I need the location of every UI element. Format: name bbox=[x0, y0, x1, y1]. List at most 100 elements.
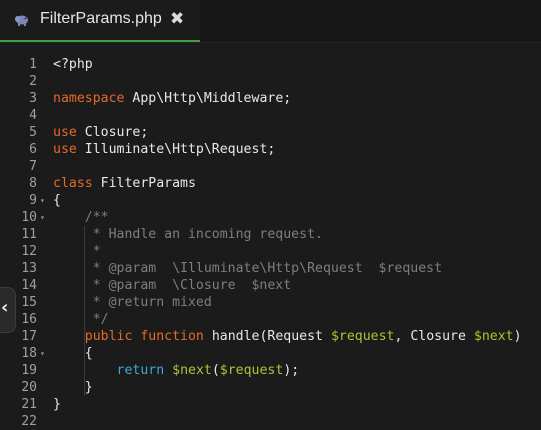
code-line[interactable]: 10 ▾ /** bbox=[0, 209, 541, 226]
tab-filterparams[interactable]: FilterParams.php ✖ bbox=[0, 0, 200, 42]
code-text: /** bbox=[53, 209, 109, 226]
line-number: 11 bbox=[21, 227, 37, 242]
line-number: 12 bbox=[21, 244, 37, 259]
code-area[interactable]: 1 <?php 2 3 namespace App\Http\Middleware; 4 5… bbox=[0, 56, 541, 430]
code-line[interactable]: 16 */ bbox=[0, 311, 541, 328]
code-line[interactable]: 7 bbox=[0, 158, 541, 175]
line-number: 7 bbox=[29, 159, 37, 174]
code-line[interactable]: 13 * @param \Illuminate\Http\Request $re… bbox=[0, 260, 541, 277]
line-number: 9 bbox=[29, 193, 37, 208]
line-number: 8 bbox=[29, 176, 37, 191]
php-elephant-icon bbox=[15, 15, 28, 26]
code-text: * bbox=[53, 243, 101, 260]
indent-guide bbox=[84, 226, 85, 396]
code-line[interactable]: 17 public function handle(Request $reque… bbox=[0, 328, 541, 345]
code-line[interactable]: 14 * @param \Closure $next bbox=[0, 277, 541, 294]
code-token: * bbox=[53, 244, 101, 259]
code-line[interactable]: 18 ▾ { bbox=[0, 345, 541, 362]
code-line[interactable]: 12 * bbox=[0, 243, 541, 260]
code-text: { bbox=[53, 345, 93, 362]
sidebar-toggle-button[interactable]: ‹ bbox=[0, 287, 16, 333]
code-token: $request bbox=[330, 329, 395, 344]
fold-arrow-icon[interactable]: ▾ bbox=[40, 209, 45, 226]
code-token: FilterParams bbox=[92, 176, 196, 191]
code-text: * @param \Closure $next bbox=[53, 277, 292, 294]
code-line[interactable]: 22 bbox=[0, 413, 541, 430]
code-line[interactable]: 21} bbox=[0, 396, 541, 413]
code-line[interactable]: 6 use Illuminate\Http\Request; bbox=[0, 141, 541, 158]
code-line[interactable]: 2 bbox=[0, 73, 541, 90]
code-text: * @return mixed bbox=[53, 294, 212, 311]
line-number: 10 bbox=[21, 210, 37, 225]
code-line[interactable]: 9 ▾ { bbox=[0, 192, 541, 209]
code-token: ); bbox=[283, 363, 300, 378]
code-token: , Closure bbox=[394, 329, 474, 344]
code-token: $request bbox=[219, 363, 284, 378]
code-token: use bbox=[53, 142, 77, 157]
code-token: $next bbox=[473, 329, 514, 344]
code-token: * @param \Closure $next bbox=[53, 278, 292, 293]
fold-arrow-icon[interactable]: ▾ bbox=[40, 192, 45, 209]
fold-arrow-icon[interactable]: ▾ bbox=[40, 345, 45, 362]
code-token: App\Http\Middleware; bbox=[124, 91, 292, 106]
code-token: ) bbox=[513, 329, 522, 344]
code-token: use bbox=[53, 125, 77, 140]
close-icon[interactable]: ✖ bbox=[170, 9, 184, 29]
line-number: 2 bbox=[29, 74, 37, 89]
line-number: 22 bbox=[21, 414, 37, 429]
code-token: * @param \Illuminate\Http\Request $reque… bbox=[53, 261, 443, 276]
code-token: namespace bbox=[53, 91, 125, 106]
line-number: 20 bbox=[21, 380, 37, 395]
code-text: } bbox=[53, 379, 93, 396]
code-token: } bbox=[53, 397, 61, 412]
chevron-left-icon: ‹ bbox=[1, 297, 9, 318]
line-number: 13 bbox=[21, 261, 37, 276]
code-line[interactable]: 3 namespace App\Http\Middleware; bbox=[0, 90, 541, 107]
code-text: */ bbox=[53, 311, 109, 328]
code-token: public bbox=[84, 329, 133, 344]
code-line[interactable]: 4 bbox=[0, 107, 541, 124]
code-token: function bbox=[140, 329, 204, 344]
code-token: * Handle an incoming request. bbox=[53, 227, 323, 242]
code-token: */ bbox=[53, 312, 109, 327]
code-token: return bbox=[116, 363, 165, 378]
code-token: { bbox=[53, 346, 93, 361]
line-number: 3 bbox=[29, 91, 37, 106]
code-token: <?php bbox=[53, 57, 93, 72]
code-text: class FilterParams bbox=[53, 175, 196, 192]
code-token: Illuminate\Http\Request; bbox=[76, 142, 276, 157]
line-number: 4 bbox=[29, 108, 37, 123]
code-token: ( bbox=[211, 363, 220, 378]
line-number: 1 bbox=[29, 57, 37, 72]
tab-bar: FilterParams.php ✖ bbox=[0, 0, 541, 43]
code-line[interactable]: 1 <?php bbox=[0, 56, 541, 73]
code-line[interactable]: 15 * @return mixed bbox=[0, 294, 541, 311]
code-text: use Closure; bbox=[53, 124, 148, 141]
line-number: 18 bbox=[21, 346, 37, 361]
line-number: 6 bbox=[29, 142, 37, 157]
code-text: { bbox=[53, 192, 61, 209]
code-text: * Handle an incoming request. bbox=[53, 226, 323, 243]
code-token: class bbox=[53, 176, 93, 191]
code-editor-window: FilterParams.php ✖ 1 <?php 2 3 namespace App… bbox=[0, 0, 541, 430]
code-line[interactable]: 8 class FilterParams bbox=[0, 175, 541, 192]
code-text: <?php bbox=[53, 56, 93, 73]
code-text: public function handle(Request $request,… bbox=[53, 328, 522, 345]
line-number: 5 bbox=[29, 125, 37, 140]
code-text: return $next($request); bbox=[53, 362, 300, 379]
code-line[interactable]: 19 return $next($request); bbox=[0, 362, 541, 379]
code-token: } bbox=[53, 380, 93, 395]
code-token: /** bbox=[53, 210, 109, 225]
code-token: { bbox=[53, 193, 61, 208]
code-token: $next bbox=[172, 363, 212, 378]
code-token: Closure; bbox=[76, 125, 149, 140]
code-line[interactable]: 11 * Handle an incoming request. bbox=[0, 226, 541, 243]
code-line[interactable]: 5 use Closure; bbox=[0, 124, 541, 141]
line-number: 21 bbox=[21, 397, 37, 412]
code-text: namespace App\Http\Middleware; bbox=[53, 90, 291, 107]
code-text: use Illuminate\Http\Request; bbox=[53, 141, 275, 158]
code-token: * @return mixed bbox=[53, 295, 212, 310]
code-line[interactable]: 20 } bbox=[0, 379, 541, 396]
